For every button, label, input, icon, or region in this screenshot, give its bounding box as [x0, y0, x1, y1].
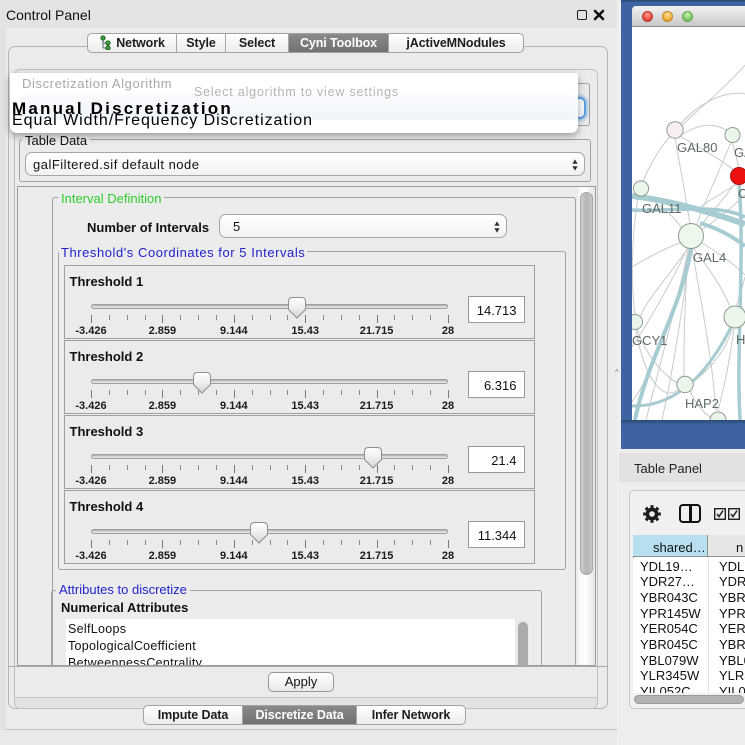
- svg-text:H: H: [736, 332, 745, 347]
- svg-text:HAP2: HAP2: [685, 396, 719, 411]
- svg-text:GAL80: GAL80: [677, 140, 717, 155]
- svg-text:GCY1: GCY1: [632, 333, 667, 348]
- svg-text:GAL4: GAL4: [693, 250, 726, 265]
- svg-text:GA: GA: [734, 145, 745, 160]
- svg-text:C: C: [738, 186, 745, 201]
- svg-text:GAL11: GAL11: [642, 201, 682, 216]
